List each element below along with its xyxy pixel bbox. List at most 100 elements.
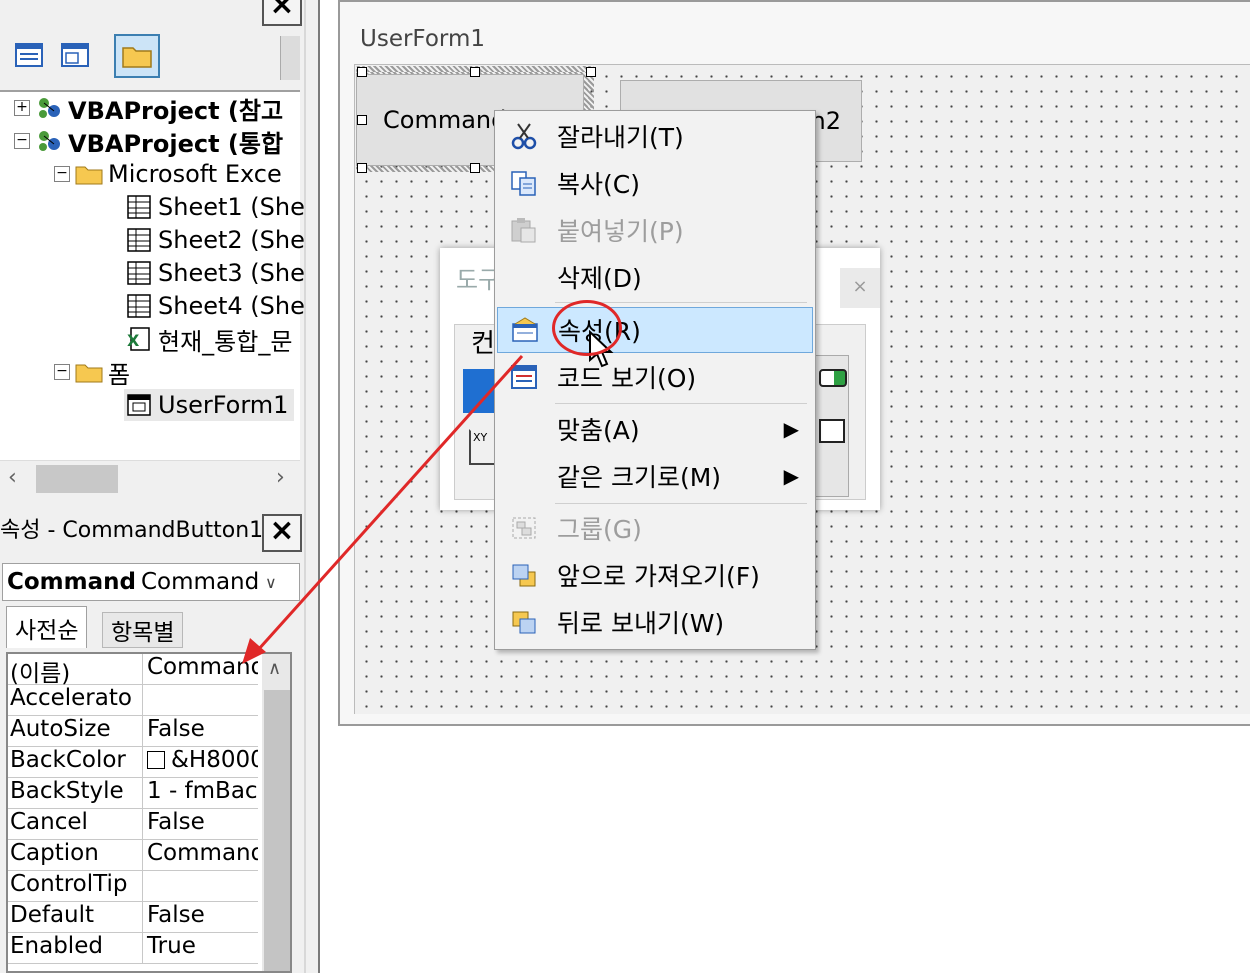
toolbox-close-button[interactable]: ×: [840, 268, 880, 308]
scroll-up-icon[interactable]: ∧: [268, 658, 281, 679]
vba-project-icon: [34, 94, 64, 122]
property-row[interactable]: Cancel False: [8, 809, 258, 840]
object-selector[interactable]: Command Command ∨: [2, 563, 300, 601]
collapse-icon[interactable]: −: [14, 133, 30, 149]
properties-close-button[interactable]: ×: [262, 514, 302, 552]
menu-item-send-back[interactable]: 뒤로 보내기(W): [497, 599, 813, 645]
property-value[interactable]: False: [142, 902, 258, 933]
property-row[interactable]: BackColor &H8000: [8, 747, 258, 778]
project-tree[interactable]: + VBAProject (참고 − VBAProject (통합 − Micr…: [0, 90, 305, 460]
tree-row[interactable]: X 현재_통합_문: [124, 323, 292, 356]
property-row[interactable]: AutoSize False: [8, 716, 258, 747]
property-name: Accelerato: [10, 685, 132, 711]
property-value-text: &H8000: [171, 747, 258, 773]
tree-row[interactable]: − Microsoft Exce: [54, 158, 282, 190]
tree-row[interactable]: Sheet2 (She: [124, 224, 305, 256]
view-object-icon[interactable]: [56, 36, 94, 74]
property-name: BackColor: [10, 747, 126, 773]
menu-label: 맞춤(A): [557, 416, 640, 445]
property-value[interactable]: True: [142, 933, 258, 964]
tree-row[interactable]: + VBAProject (참고: [14, 92, 283, 125]
menu-label: 앞으로 가져오기(F): [557, 562, 760, 591]
property-row[interactable]: Accelerato: [8, 685, 258, 716]
toolbar-overflow[interactable]: [280, 36, 300, 80]
toolbox-tab[interactable]: 컨: [471, 323, 495, 360]
resize-handle[interactable]: [357, 67, 367, 77]
folder-icon: [74, 160, 104, 188]
menu-item-paste[interactable]: 붙여넣기(P): [497, 207, 813, 253]
menu-item-copy[interactable]: 복사(C): [497, 160, 813, 206]
menu-label: 붙여넣기(P): [557, 217, 684, 246]
menu-item-delete[interactable]: 삭제(D): [497, 254, 813, 300]
property-value[interactable]: 1 - fmBac: [142, 778, 258, 809]
toggle-folders-icon[interactable]: [114, 34, 160, 78]
tree-label: 폼: [108, 360, 131, 389]
property-name: AutoSize: [10, 716, 111, 742]
property-row[interactable]: (이름) Command: [8, 654, 258, 685]
userform-title: UserForm1: [360, 26, 485, 52]
property-value[interactable]: False: [142, 809, 258, 840]
tree-row[interactable]: Sheet4 (She: [124, 290, 305, 322]
menu-item-align[interactable]: 맞춤(A) ▶: [497, 406, 813, 452]
toggle-tool-icon[interactable]: [819, 369, 847, 387]
properties-grid[interactable]: (이름) Command Accelerato AutoSize False BackCo…: [6, 652, 292, 973]
menu-item-bring-front[interactable]: 앞으로 가져오기(F): [497, 552, 813, 598]
grid-vertical-scrollbar[interactable]: ∧: [262, 654, 290, 971]
menu-label: 삭제(D): [557, 264, 642, 293]
tree-row[interactable]: Sheet1 (She: [124, 191, 305, 223]
collapse-icon[interactable]: −: [54, 166, 70, 182]
property-row[interactable]: ControlTip: [8, 871, 258, 902]
vba-project-icon: [34, 127, 64, 155]
submenu-arrow-icon: ▶: [783, 464, 799, 488]
worksheet-icon: [124, 226, 154, 254]
property-name: Enabled: [10, 933, 103, 959]
scroll-left-icon[interactable]: ‹: [8, 465, 17, 490]
collapse-icon[interactable]: −: [54, 364, 70, 380]
property-value[interactable]: [142, 685, 258, 716]
tree-row[interactable]: − 폼: [54, 356, 131, 389]
menu-label: 그룹(G): [557, 515, 642, 544]
menu-item-group[interactable]: 그룹(G): [497, 505, 813, 551]
paste-icon: [497, 207, 551, 253]
resize-handle[interactable]: [357, 115, 367, 125]
bring-front-icon: [497, 552, 551, 598]
expand-icon[interactable]: +: [14, 100, 30, 116]
menu-item-properties[interactable]: 속성(R): [497, 307, 813, 353]
property-value[interactable]: [142, 871, 258, 902]
property-value[interactable]: &H8000: [142, 747, 258, 778]
menu-label: 잘라내기(T): [557, 123, 684, 152]
view-code-icon[interactable]: [10, 36, 48, 74]
tab-categorized[interactable]: 항목별: [102, 612, 184, 648]
resize-handle[interactable]: [470, 163, 480, 173]
tree-horizontal-scrollbar[interactable]: ‹ ›: [0, 460, 300, 496]
scroll-thumb[interactable]: [264, 690, 290, 971]
splitter[interactable]: [304, 0, 320, 973]
property-value[interactable]: False: [142, 716, 258, 747]
tree-label: VBAProject (통합: [68, 129, 284, 158]
property-value[interactable]: Command: [142, 840, 258, 871]
resize-handle[interactable]: [586, 67, 596, 77]
property-row[interactable]: Caption Command: [8, 840, 258, 871]
resize-handle[interactable]: [470, 67, 480, 77]
property-row[interactable]: Enabled True: [8, 933, 258, 964]
scroll-right-icon[interactable]: ›: [276, 465, 285, 490]
resize-handle[interactable]: [357, 163, 367, 173]
tab-alphabetic[interactable]: 사전순: [6, 606, 88, 648]
menu-item-cut[interactable]: 잘라내기(T): [497, 113, 813, 159]
listbox-tool-icon[interactable]: [819, 419, 845, 443]
properties-titlebar: 속성 - CommandButton1 ×: [0, 506, 304, 556]
menu-item-same-size[interactable]: 같은 크기로(M) ▶: [497, 453, 813, 499]
property-name: BackStyle: [10, 778, 124, 804]
tree-row[interactable]: Sheet3 (She: [124, 257, 305, 289]
property-name: Default: [10, 902, 95, 928]
scroll-thumb[interactable]: [36, 465, 118, 493]
tree-row-selected[interactable]: UserForm1: [124, 389, 295, 421]
tree-row[interactable]: − VBAProject (통합: [14, 125, 284, 158]
project-close-button[interactable]: ×: [262, 0, 302, 26]
chevron-down-icon[interactable]: ∨: [265, 573, 277, 592]
menu-item-view-code[interactable]: 코드 보기(O): [497, 354, 813, 400]
property-value[interactable]: Command: [142, 654, 258, 685]
property-row[interactable]: Default False: [8, 902, 258, 933]
property-row[interactable]: BackStyle 1 - fmBac: [8, 778, 258, 809]
object-type: Command: [141, 569, 260, 595]
